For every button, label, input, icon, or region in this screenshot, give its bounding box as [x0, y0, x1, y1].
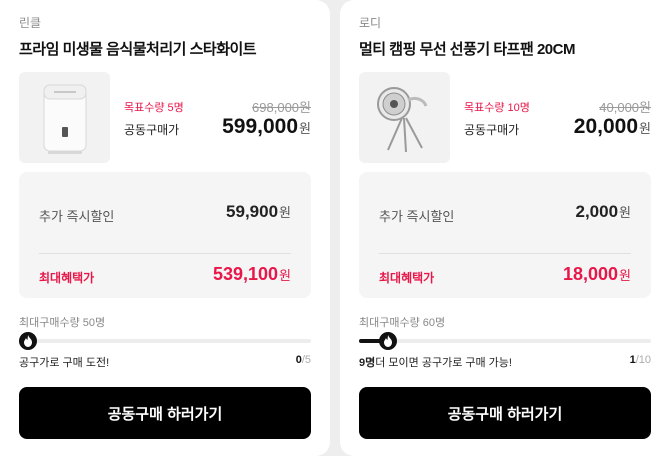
product-title[interactable]: 프라임 미생물 음식물처리기 스타화이트 [19, 38, 257, 59]
max-benefit-amount: 539,100 [212, 264, 279, 284]
progress-track [359, 332, 651, 350]
max-benefit-value: 18,000원 [563, 264, 631, 285]
max-quantity-label: 최대구매수량 50명 [19, 317, 106, 329]
brand-name: 린클 [19, 16, 42, 30]
price-currency: 원 [639, 121, 651, 136]
progress-track [19, 332, 311, 350]
price-value: 20,000 [573, 115, 639, 138]
discount-panel: 추가 즉시할인 59,900원 최대혜택가 539,100원 [19, 172, 311, 298]
extra-discount-currency: 원 [619, 205, 631, 220]
target-quantity: 목표수량 5명 [124, 102, 184, 114]
product-list: 린클 프라임 미생물 음식물처리기 스타화이트 목표수량 5명 공동구매가 69… [0, 0, 664, 456]
group-buy-price: 20,000원 [574, 115, 651, 139]
join-group-buy-button[interactable]: 공동구매 하러가기 [359, 387, 651, 439]
product-image[interactable] [19, 72, 110, 163]
product-card[interactable]: 로디 멀티 캠핑 무선 선풍기 타프팬 20CM 목표수량 10명 공동구매가 … [340, 0, 664, 456]
discount-panel: 추가 즉시할인 2,000원 최대혜택가 18,000원 [359, 172, 651, 298]
brand-name: 로디 [359, 16, 382, 30]
original-price: 698,000원 [252, 100, 311, 115]
participant-count: 1/10 [630, 354, 651, 366]
extra-discount-amount: 2,000 [575, 202, 619, 221]
group-buy-label: 공동구매가 [124, 123, 180, 137]
group-buy-price: 599,000원 [222, 115, 311, 139]
max-benefit-label: 최대혜택가 [39, 271, 95, 285]
count-total: /5 [301, 354, 311, 366]
food-waste-processor-image [43, 84, 86, 154]
extra-discount-label: 추가 즉시할인 [379, 209, 455, 224]
count-total: /10 [635, 354, 651, 366]
extra-discount-value: 59,900원 [226, 202, 291, 222]
join-group-buy-button[interactable]: 공동구매 하러가기 [19, 387, 311, 439]
progress-status: 9명더 모이면 공구가로 구매 가능! [359, 354, 512, 370]
status-prefix: 9명 [359, 357, 376, 369]
max-benefit-currency: 원 [279, 268, 291, 283]
max-quantity-label: 최대구매수량 60명 [359, 317, 446, 329]
group-buy-label: 공동구매가 [464, 123, 520, 137]
progress-status: 공구가로 구매 도전! [19, 354, 109, 370]
participant-count: 0/5 [296, 354, 311, 366]
divider [39, 253, 291, 254]
flame-icon-glyph [24, 335, 32, 347]
flame-icon-glyph [384, 335, 393, 347]
original-price: 40,000원 [599, 100, 651, 115]
extra-discount-value: 2,000원 [575, 202, 631, 222]
extra-discount-amount: 59,900 [226, 202, 279, 221]
product-card[interactable]: 린클 프라임 미생물 음식물처리기 스타화이트 목표수량 5명 공동구매가 69… [0, 0, 330, 456]
target-quantity: 목표수량 10명 [464, 102, 530, 114]
price-value: 599,000 [222, 115, 299, 138]
status-text: 더 모이면 공구가로 구매 가능! [375, 357, 512, 369]
divider [379, 253, 631, 254]
product-image[interactable] [359, 72, 450, 163]
extra-discount-currency: 원 [279, 205, 291, 220]
max-benefit-label: 최대혜택가 [379, 271, 435, 285]
camping-fan-image [376, 86, 427, 152]
flame-icon [379, 332, 398, 350]
status-text: 공구가로 구매 도전! [19, 357, 110, 369]
extra-discount-label: 추가 즉시할인 [39, 209, 115, 224]
price-currency: 원 [299, 121, 311, 136]
flame-icon [19, 332, 37, 350]
max-benefit-currency: 원 [619, 268, 631, 283]
max-benefit-amount: 18,000 [562, 264, 619, 284]
max-benefit-value: 539,100원 [213, 264, 291, 285]
product-title[interactable]: 멀티 캠핑 무선 선풍기 타프팬 20CM [359, 38, 575, 59]
